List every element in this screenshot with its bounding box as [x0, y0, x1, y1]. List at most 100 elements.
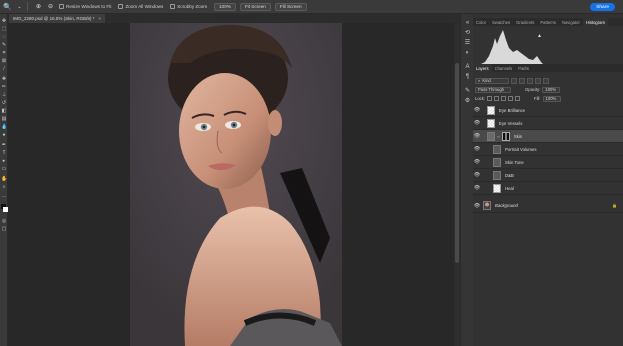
zoom-all-checkbox[interactable]	[118, 4, 124, 9]
opacity-input[interactable]: 100%	[542, 86, 561, 93]
filter-kind-select[interactable]: ⌕ Kind	[475, 77, 509, 84]
chevron-down-icon[interactable]: ⌄	[15, 2, 24, 11]
fill-input[interactable]: 100%	[542, 95, 561, 102]
tab-paths[interactable]: Paths	[515, 64, 532, 72]
zoom-100-button[interactable]: 100%	[214, 2, 236, 11]
lock-artboard-icon[interactable]	[508, 96, 514, 101]
dodge-tool-icon[interactable]: ●	[1, 132, 7, 138]
filter-adjustment-icon[interactable]	[519, 77, 525, 84]
filter-pixel-icon[interactable]	[511, 77, 517, 84]
blend-mode-select[interactable]: Pass Through	[475, 86, 511, 93]
lock-all-icon[interactable]	[515, 96, 521, 101]
layer-row-skin-tone[interactable]: 👁 Skin Tone	[473, 156, 623, 169]
tab-gradients[interactable]: Gradients	[513, 18, 537, 26]
layer-row-eye-vessels[interactable]: 👁 Eye Vessels	[473, 117, 623, 130]
lock-position-icon[interactable]	[501, 96, 507, 101]
document-tab[interactable]: IMG_2280.psd @ 16.5% (Skin, RGB/8) * ×	[9, 14, 105, 23]
pen-tool-icon[interactable]: ✒	[1, 142, 7, 148]
crop-tool-icon[interactable]: ⌗	[1, 50, 7, 56]
filter-shape-icon[interactable]	[535, 77, 541, 84]
tab-layers[interactable]: Layers	[473, 64, 492, 72]
filter-kind-label: Kind	[482, 78, 491, 83]
close-icon[interactable]: ×	[98, 16, 101, 21]
lock-pixels-icon[interactable]	[494, 96, 500, 101]
filter-smart-object-icon[interactable]	[543, 77, 549, 84]
properties-icon[interactable]: ☰	[464, 40, 471, 47]
brushes-icon[interactable]: ✎	[464, 88, 471, 95]
zoom-out-icon[interactable]: ⊖	[46, 2, 55, 11]
filter-search-icon: ⌕	[478, 78, 481, 83]
tab-patterns[interactable]: Patterns	[537, 18, 559, 26]
zoom-in-icon[interactable]: ⊕	[34, 2, 43, 11]
fill-screen-button[interactable]: Fill Screen	[274, 2, 307, 11]
zoom-tool-side-icon[interactable]: ⌕	[1, 184, 7, 190]
gradient-tool-icon[interactable]: ▤	[1, 116, 7, 122]
quick-select-tool-icon[interactable]: ✎	[1, 42, 7, 48]
visibility-eye-icon[interactable]: 👁	[473, 172, 481, 178]
lasso-tool-icon[interactable]: ◌	[1, 34, 7, 40]
eraser-tool-icon[interactable]: ◧	[1, 108, 7, 114]
layer-row-skin[interactable]: 👁 ∞ Skin	[473, 130, 623, 143]
scrubby-zoom-checkbox[interactable]	[170, 4, 176, 9]
collapse-panels-icon[interactable]: «	[464, 20, 471, 27]
lock-transparent-icon[interactable]	[487, 96, 493, 101]
history-brush-tool-icon[interactable]: ↺	[1, 100, 7, 106]
visibility-eye-icon[interactable]: 👁	[473, 159, 481, 165]
document-tab-bar: IMG_2280.psd @ 16.5% (Skin, RGB/8) * ×	[8, 14, 460, 23]
visibility-eye-icon[interactable]: 👁	[473, 107, 481, 113]
zoom-all-option[interactable]: Zoom All Windows	[118, 4, 163, 9]
tab-channels[interactable]: Channels	[492, 64, 516, 72]
scrubby-zoom-option[interactable]: Scrubby Zoom	[170, 4, 207, 9]
screen-mode-icon[interactable]: ▢	[1, 226, 7, 232]
histogram-graph	[481, 30, 543, 64]
hand-tool-icon[interactable]: ✋	[1, 176, 7, 182]
tab-histogram[interactable]: Histogram	[582, 18, 608, 26]
layer-mask-thumbnail[interactable]	[501, 131, 510, 141]
more-tools-icon[interactable]: ⋯	[1, 194, 7, 200]
marquee-tool-icon[interactable]: ⬚	[1, 26, 7, 32]
layer-row-db[interactable]: 👁 D&B	[473, 169, 623, 182]
fit-screen-button[interactable]: Fit Screen	[239, 2, 271, 11]
clone-stamp-tool-icon[interactable]: ⊥	[1, 92, 7, 98]
frame-tool-icon[interactable]: ⊠	[1, 58, 7, 64]
layer-row-portrait-volumes[interactable]: 👁 Portrait Volumes	[473, 143, 623, 156]
resize-windows-option[interactable]: Resize Windows to Fit	[59, 4, 111, 9]
blur-tool-icon[interactable]: 💧	[1, 124, 7, 130]
tab-color[interactable]: Color	[473, 18, 489, 26]
tab-navigator[interactable]: Navigator	[559, 18, 583, 26]
history-icon[interactable]: ⟲	[464, 30, 471, 37]
warning-icon[interactable]: ▲	[537, 33, 542, 39]
visibility-eye-icon[interactable]: 👁	[473, 203, 481, 209]
share-button[interactable]: Share	[590, 3, 615, 11]
layer-row-heal[interactable]: 👁 Heal	[473, 182, 623, 195]
paragraph-icon[interactable]: ¶	[464, 74, 471, 81]
path-select-tool-icon[interactable]: ▸	[1, 158, 7, 164]
layer-row-eye-brilliance[interactable]: 👁 Eye Brilliance	[473, 104, 623, 117]
lock-row: Lock: Fill: 100%	[475, 95, 621, 102]
visibility-eye-icon[interactable]: 👁	[473, 120, 481, 126]
zoom-tool-icon[interactable]: 🔍	[3, 2, 12, 11]
portrait-photo	[130, 23, 342, 346]
character-icon[interactable]: A	[464, 64, 471, 71]
scrollbar-thumb[interactable]	[455, 63, 459, 263]
brush-tool-icon[interactable]: ✏	[1, 84, 7, 90]
tab-swatches[interactable]: Swatches	[489, 18, 513, 26]
move-tool-icon[interactable]: ✥	[1, 18, 7, 24]
top-panel-tabs: Color Swatches Gradients Patterns Naviga…	[473, 18, 623, 26]
resize-windows-checkbox[interactable]	[59, 4, 64, 9]
layer-row-background[interactable]: 👁 Background 🔒	[473, 199, 623, 213]
visibility-eye-icon[interactable]: 👁	[473, 146, 481, 152]
adjustments-icon[interactable]: ◐	[464, 50, 471, 57]
visibility-eye-icon[interactable]: 👁	[473, 185, 481, 191]
blend-row: Pass Through Opacity: 100%	[475, 86, 621, 93]
type-tool-icon[interactable]: T	[1, 150, 7, 156]
healing-brush-tool-icon[interactable]: ✚	[1, 76, 7, 82]
quick-mask-icon[interactable]: ◎	[1, 218, 7, 224]
shape-tool-icon[interactable]: ▭	[1, 166, 7, 172]
canvas-workspace[interactable]	[8, 23, 458, 346]
eyedropper-tool-icon[interactable]: ⁄	[1, 66, 7, 72]
tool-presets-icon[interactable]: ⚙	[464, 98, 471, 105]
filter-type-icon[interactable]	[527, 77, 533, 84]
document-canvas[interactable]	[130, 23, 342, 346]
visibility-eye-icon[interactable]: 👁	[473, 133, 481, 139]
